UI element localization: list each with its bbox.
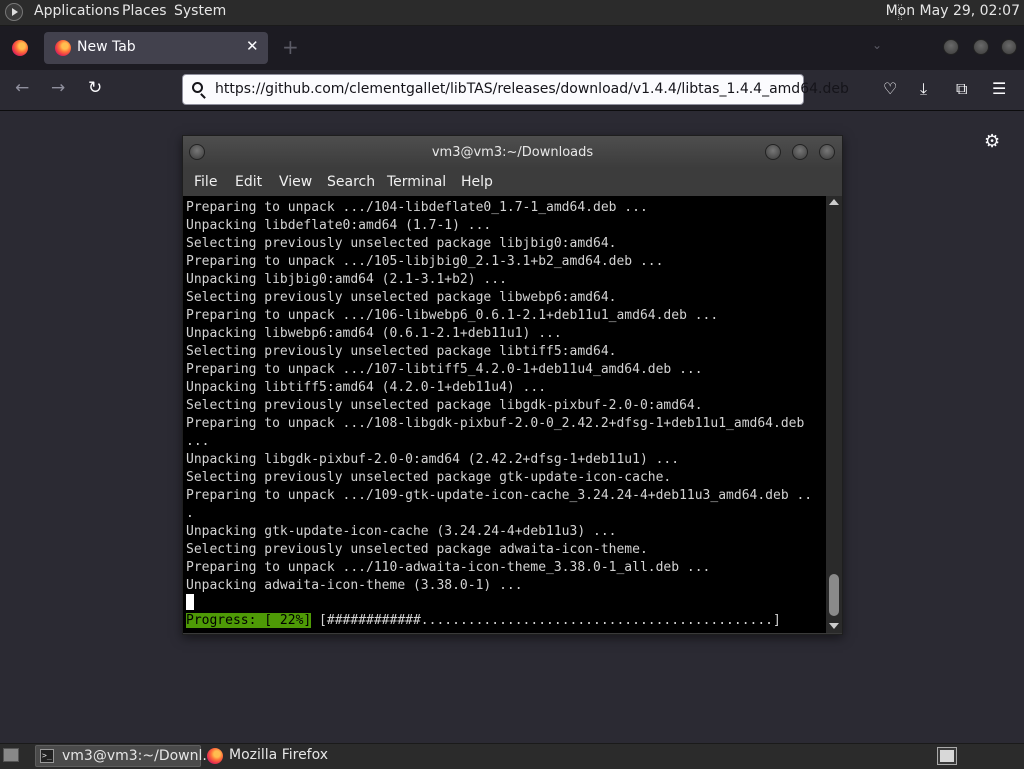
terminal-menubar: File Edit View Search Terminal Help (183, 168, 842, 196)
terminal-minimize-button[interactable] (765, 144, 781, 160)
terminal-line: Selecting previously unselected package … (186, 542, 648, 557)
url-bar[interactable]: https://github.com/clementgallet/libTAS/… (182, 74, 849, 105)
terminal-icon: >_ (40, 749, 54, 763)
tab-close-icon[interactable]: ✕ (246, 37, 259, 55)
progress-label: Progress: [ 22%] (186, 613, 312, 628)
gear-icon[interactable]: ⚙ (984, 131, 1000, 152)
terminal-scrollbar[interactable] (826, 196, 842, 633)
taskbar-item-firefox[interactable]: Mozilla Firefox (203, 745, 403, 767)
clock[interactable]: Mon May 29, 02:07 (886, 3, 1020, 19)
terminal-line: Unpacking libgdk-pixbuf-2.0-0:amd64 (2.4… (186, 452, 680, 467)
search-icon (192, 82, 203, 93)
menu-help[interactable]: Help (461, 174, 493, 190)
new-tab-button[interactable]: + (282, 35, 299, 59)
menu-places[interactable]: Places (122, 3, 167, 19)
firefox-view-icon[interactable] (12, 40, 28, 56)
applications-menu-icon[interactable] (5, 3, 23, 21)
terminal-line: Unpacking libtiff5:amd64 (4.2.0-1+deb11u… (186, 380, 547, 395)
reload-button[interactable]: ↻ (88, 78, 102, 98)
apt-progress-line: Progress: [ 22%] [############..........… (186, 612, 781, 630)
menu-file[interactable]: File (194, 174, 217, 190)
taskbar-label: Mozilla Firefox (229, 747, 329, 763)
terminal-line: Selecting previously unselected package … (186, 344, 617, 359)
firefox-icon (55, 40, 71, 56)
tab-new-tab[interactable]: New Tab ✕ (44, 32, 268, 64)
terminal-maximize-button[interactable] (792, 144, 808, 160)
terminal-line: Unpacking adwaita-icon-theme (3.38.0-1) … (186, 578, 523, 593)
back-button[interactable]: ← (15, 78, 29, 98)
terminal-line: Unpacking libwebp6:amd64 (0.6.1-2.1+deb1… (186, 326, 562, 341)
terminal-output: Preparing to unpack .../104-libdeflate0_… (186, 199, 812, 595)
pocket-icon[interactable]: ♡ (883, 79, 897, 98)
list-all-tabs-icon[interactable]: ⌄ (872, 38, 882, 52)
menu-edit[interactable]: Edit (235, 174, 262, 190)
terminal-line: Selecting previously unselected package … (186, 470, 672, 485)
menu-terminal[interactable]: Terminal (387, 174, 446, 190)
url-text[interactable]: https://github.com/clementgallet/libTAS/… (215, 81, 849, 97)
bottom-taskbar: >_ vm3@vm3:~/Downl... Mozilla Firefox (0, 743, 1024, 769)
navigation-toolbar: ← → ↻ https://github.com/clementgallet/l… (0, 70, 1024, 111)
downloads-icon[interactable]: ⤓ (920, 79, 927, 99)
firefox-icon (207, 748, 223, 764)
maximize-button[interactable] (973, 39, 989, 55)
tab-title: New Tab (77, 39, 136, 55)
terminal-line: Preparing to unpack .../108-libgdk-pixbu… (186, 416, 805, 431)
terminal-line: Preparing to unpack .../106-libwebp6_0.6… (186, 308, 719, 323)
app-menu-icon[interactable]: ☰ (992, 79, 1006, 98)
menu-search[interactable]: Search (327, 174, 375, 190)
top-panel: Applications Places System Mon May 29, 0… (0, 0, 1024, 26)
terminal-line: Selecting previously unselected package … (186, 398, 703, 413)
terminal-window: vm3@vm3:~/Downloads File Edit View Searc… (182, 135, 843, 635)
terminal-line: Preparing to unpack .../104-libdeflate0_… (186, 200, 648, 215)
terminal-line: ... (186, 434, 210, 449)
terminal-line: Preparing to unpack .../109-gtk-update-i… (186, 488, 813, 503)
terminal-screen[interactable]: Preparing to unpack .../104-libdeflate0_… (183, 196, 826, 633)
scroll-down-icon[interactable] (829, 623, 839, 629)
menu-view[interactable]: View (279, 174, 312, 190)
terminal-titlebar[interactable]: vm3@vm3:~/Downloads (183, 136, 842, 168)
taskbar-item-terminal[interactable]: >_ vm3@vm3:~/Downl... (35, 745, 216, 767)
terminal-line: Preparing to unpack .../105-libjbig0_2.1… (186, 254, 664, 269)
terminal-line: Selecting previously unselected package … (186, 290, 617, 305)
terminal-line: Preparing to unpack .../110-adwaita-icon… (186, 560, 711, 575)
progress-bar: [############...........................… (311, 613, 781, 628)
terminal-close-button[interactable] (819, 144, 835, 160)
terminal-title: vm3@vm3:~/Downloads (431, 145, 594, 160)
forward-button[interactable]: → (51, 78, 65, 98)
workspace-switcher[interactable] (937, 747, 957, 765)
terminal-line: Unpacking libjbig0:amd64 (2.1-3.1+b2) ..… (186, 272, 507, 287)
taskbar-label: vm3@vm3:~/Downl... (62, 748, 216, 764)
terminal-line: Unpacking gtk-update-icon-cache (3.24.24… (186, 524, 617, 539)
terminal-line: . (186, 506, 194, 521)
terminal-line: Unpacking libdeflate0:amd64 (1.7-1) ... (186, 218, 492, 233)
browser-tab-strip: New Tab ✕ + ⌄ (0, 26, 1024, 70)
extensions-icon[interactable]: ⧉ (956, 79, 967, 99)
menu-applications[interactable]: Applications (34, 3, 120, 19)
menu-system[interactable]: System (174, 3, 226, 19)
terminal-line: Preparing to unpack .../107-libtiff5_4.2… (186, 362, 703, 377)
scrollbar-thumb[interactable] (829, 574, 839, 616)
minimize-button[interactable] (943, 39, 959, 55)
close-window-button[interactable] (1001, 39, 1017, 55)
show-desktop-icon[interactable] (3, 748, 19, 762)
scroll-up-icon[interactable] (829, 199, 839, 205)
terminal-cursor (186, 594, 194, 610)
terminal-line: Selecting previously unselected package … (186, 236, 617, 251)
